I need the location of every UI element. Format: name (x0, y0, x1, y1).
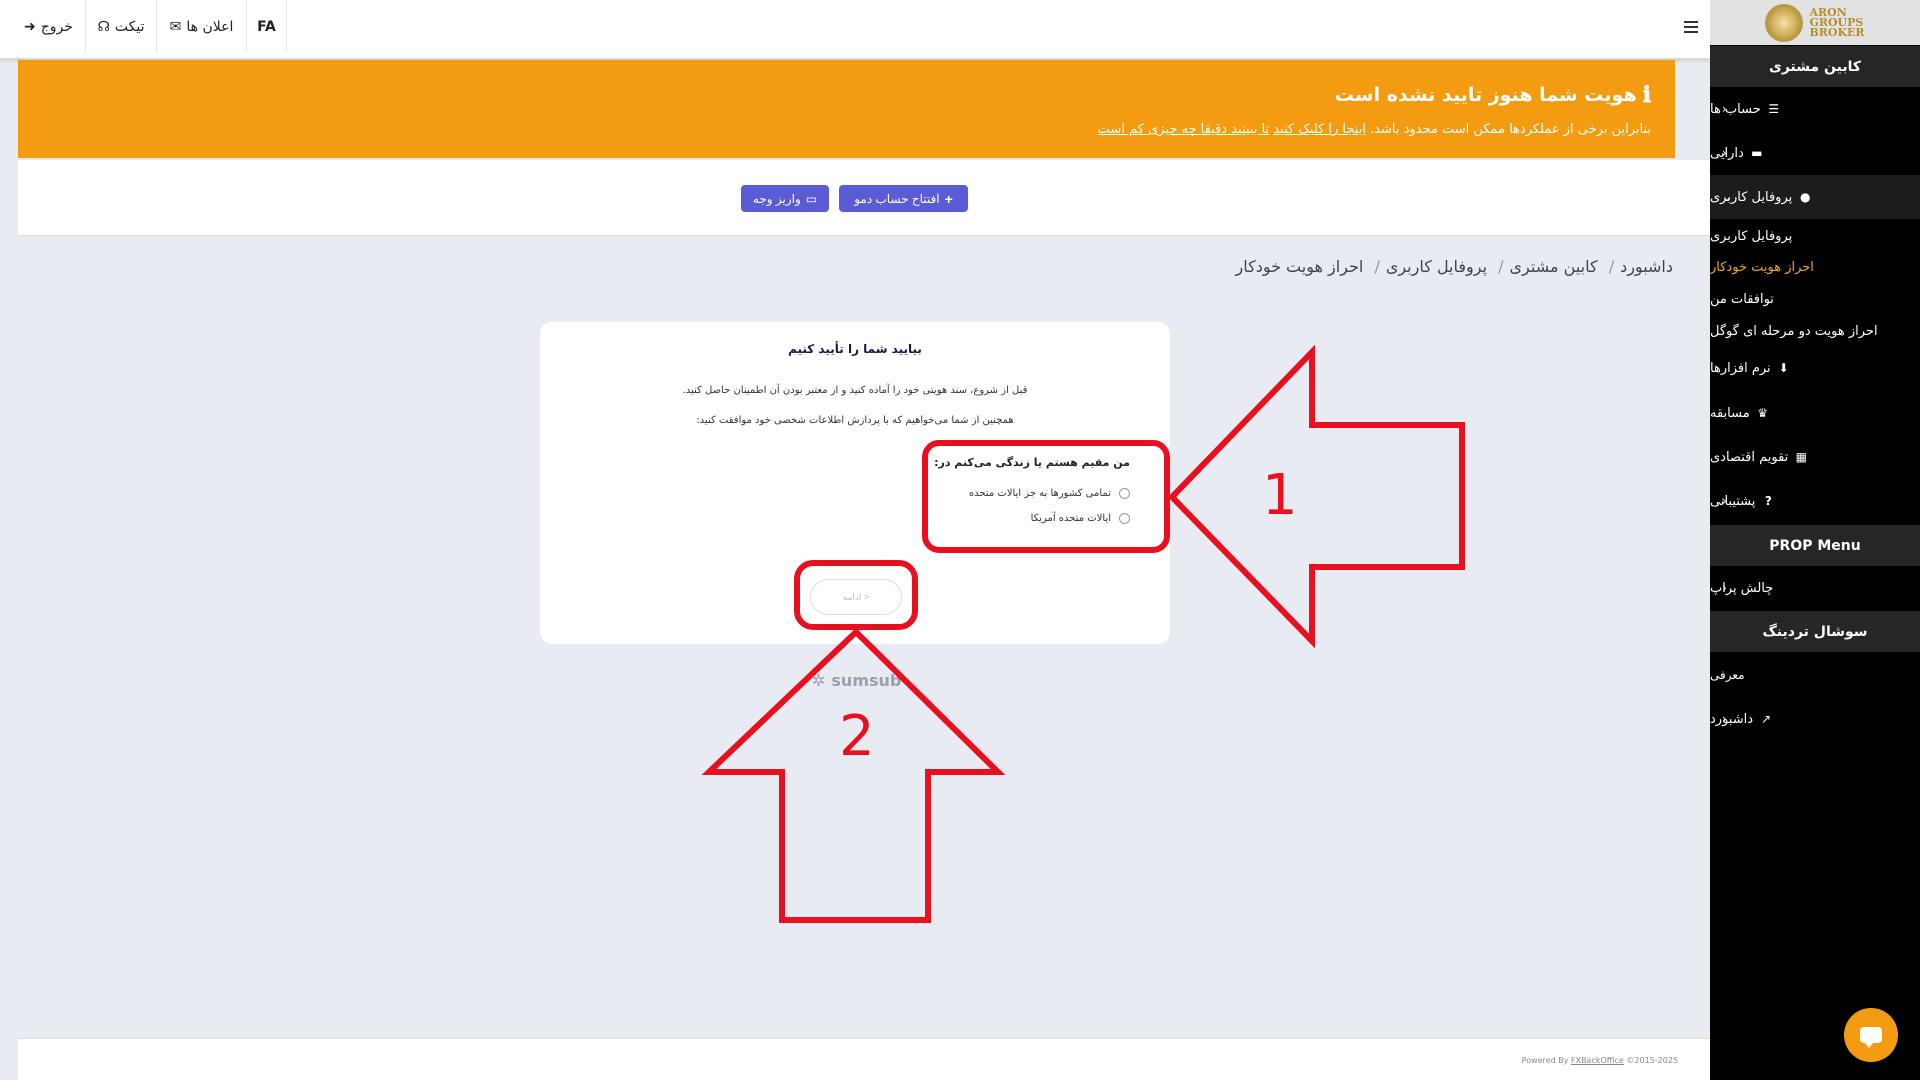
language-label: FA (257, 18, 276, 35)
radio-button[interactable] (1119, 488, 1130, 499)
sidebar-subitem-agreements[interactable]: توافقات من (1710, 283, 1920, 315)
logout-label: خروج (40, 18, 73, 35)
footer-text: Powered By FXBackOffice ©2015-2025 (1521, 1056, 1678, 1065)
residence-question: من مقیم هستم یا زندگی می‌کنم در: (934, 456, 1130, 469)
radio-button[interactable] (1119, 513, 1130, 524)
sidebar-item-assets[interactable]: ▬ دارایی ‹ (1710, 131, 1920, 175)
calendar-icon: ▦ (1795, 450, 1807, 464)
sidebar-header-prop: PROP Menu (1710, 525, 1920, 566)
logout-link[interactable]: ➜ خروج (12, 0, 86, 53)
wallet-icon: ▬ (1751, 146, 1763, 160)
chevron-left-icon: ‹ (1722, 581, 1727, 595)
see-missing-link[interactable]: تا ببینید دقیقا چه چیزی کم است (1098, 122, 1269, 137)
chat-bubble-icon (1860, 1027, 1882, 1048)
info-icon: ℹ (1642, 82, 1651, 108)
chevron-left-icon: ‹ (1722, 712, 1727, 726)
top-navbar: ➜ خروج ☊ تیکت ✉ اعلان ها FA (0, 0, 1710, 59)
logo-text: ARON GROUPS BROKER (1809, 5, 1865, 39)
annotation-number-2: 2 (839, 704, 875, 769)
sidebar-item-accounts[interactable]: ☰ حساب ها ‹ (1710, 87, 1920, 131)
sidebar-header-client-cabin: کابین مشتری (1710, 46, 1920, 87)
credit-card-icon: ▭ (805, 191, 818, 206)
sidebar-item-software[interactable]: ⬇ نرم افزارها (1710, 346, 1920, 390)
action-bar: + افتتاح حساب دمو ▭ واریز وجه (18, 160, 1710, 236)
deposit-button[interactable]: ▭ واریز وجه (741, 185, 829, 212)
click-here-link[interactable]: اینجا را کلیک کنید (1273, 122, 1366, 137)
language-switch[interactable]: FA (247, 0, 287, 53)
sumsub-logo: ✲ sumsub (812, 671, 902, 690)
announcements-label: اعلان ها (186, 18, 234, 35)
logo-emblem-icon (1765, 3, 1804, 42)
question-icon: ? (1764, 494, 1772, 508)
user-icon: ● (1799, 190, 1811, 204)
sidebar: ARON GROUPS BROKER کابین مشتری ☰ حساب ها ‹ ▬… (1710, 0, 1920, 1080)
banner-text: بنابراین برخی از عملکردها ممکن است محدود… (1097, 122, 1651, 137)
verification-card: بیایید شما را تأیید کنیم قبل از شروع، سن… (540, 322, 1170, 644)
fxbackoffice-link[interactable]: FXBackOffice (1571, 1056, 1624, 1065)
identity-warning-banner: ℹ هویت شما هنوز تایید نشده است بنابراین … (18, 60, 1675, 158)
envelope-icon: ✉ (169, 18, 182, 35)
arrow-1-icon (1167, 344, 1465, 649)
breadcrumb-client-cabin[interactable]: کابین مشتری (1510, 257, 1598, 276)
card-instructions: قبل از شروع، سند هویتی خود را آماده کنید… (682, 385, 1028, 396)
ticket-label: تیکت (114, 18, 145, 35)
sidebar-item-support[interactable]: ? پشتیبانی ‹ (1710, 479, 1920, 523)
sumsub-icon: ✲ (812, 671, 826, 690)
sidebar-item-profile[interactable]: ● پروفایل کاربری ⌄ (1710, 175, 1920, 219)
announcements-link[interactable]: ✉ اعلان ها (157, 0, 247, 53)
sign-out-icon: ➜ (24, 18, 36, 35)
breadcrumb-current: احراز هویت خودکار (1235, 257, 1364, 276)
sidebar-subitem-auto-kyc[interactable]: احراز هویت خودکار (1710, 251, 1920, 283)
chart-line-icon: ↗ (1760, 712, 1772, 726)
continue-button[interactable]: ادامه > (810, 579, 902, 615)
chevron-left-icon: ‹ (1722, 146, 1727, 160)
chevron-left-icon: ‹ (1722, 494, 1727, 508)
list-icon: ☰ (1768, 102, 1780, 116)
chevron-left-icon: ‹ (1722, 102, 1727, 116)
chevron-down-icon: ⌄ (1722, 190, 1733, 204)
headset-icon: ☊ (97, 18, 110, 35)
chat-button[interactable] (1844, 1008, 1898, 1062)
option-usa[interactable]: ایالات متحده آمریکا (1031, 513, 1130, 524)
sidebar-item-intro[interactable]: معرفی (1710, 653, 1920, 697)
sidebar-item-calendar[interactable]: ▦ تقویم اقتصادی (1710, 435, 1920, 479)
option-all-countries[interactable]: تمامی کشورها به جز ایالات متحده (969, 488, 1130, 499)
sidebar-subitem-profile[interactable]: پروفایل کاربری (1710, 220, 1920, 252)
breadcrumb: داشبورد/ کابین مشتری/ پروفایل کاربری/ اح… (1235, 257, 1673, 276)
sidebar-item-dashboard[interactable]: ↗ داشبورد ‹ (1710, 697, 1920, 741)
download-icon: ⬇ (1778, 361, 1789, 375)
sidebar-header-social: سوشال تردینگ (1710, 611, 1920, 652)
footer: Powered By FXBackOffice ©2015-2025 (18, 1038, 1710, 1080)
breadcrumb-dashboard[interactable]: داشبورد (1620, 257, 1673, 276)
sidebar-item-competition[interactable]: ♛ مسابقه (1710, 391, 1920, 435)
card-title: بیایید شما را تأیید کنیم (788, 342, 922, 356)
breadcrumb-profile[interactable]: پروفایل کاربری (1386, 257, 1487, 276)
annotation-number-1: 1 (1262, 463, 1298, 528)
plus-icon: + (944, 190, 953, 207)
hamburger-menu-icon[interactable] (1684, 16, 1698, 38)
sidebar-item-prop-challenge[interactable]: چالش پراپ ‹ (1710, 566, 1920, 610)
ticket-link[interactable]: ☊ تیکت (86, 0, 157, 53)
sidebar-subitem-google-2fa[interactable]: احراز هویت دو مرحله ای گوگل (1710, 315, 1920, 347)
trophy-icon: ♛ (1757, 406, 1769, 420)
banner-title: ℹ هویت شما هنوز تایید نشده است (1334, 82, 1651, 108)
card-consent-text: همچنین از شما می‌خواهیم که با پردازش اطل… (696, 415, 1014, 426)
brand-logo[interactable]: ARON GROUPS BROKER (1710, 0, 1920, 45)
open-demo-account-button[interactable]: + افتتاح حساب دمو (839, 185, 968, 212)
